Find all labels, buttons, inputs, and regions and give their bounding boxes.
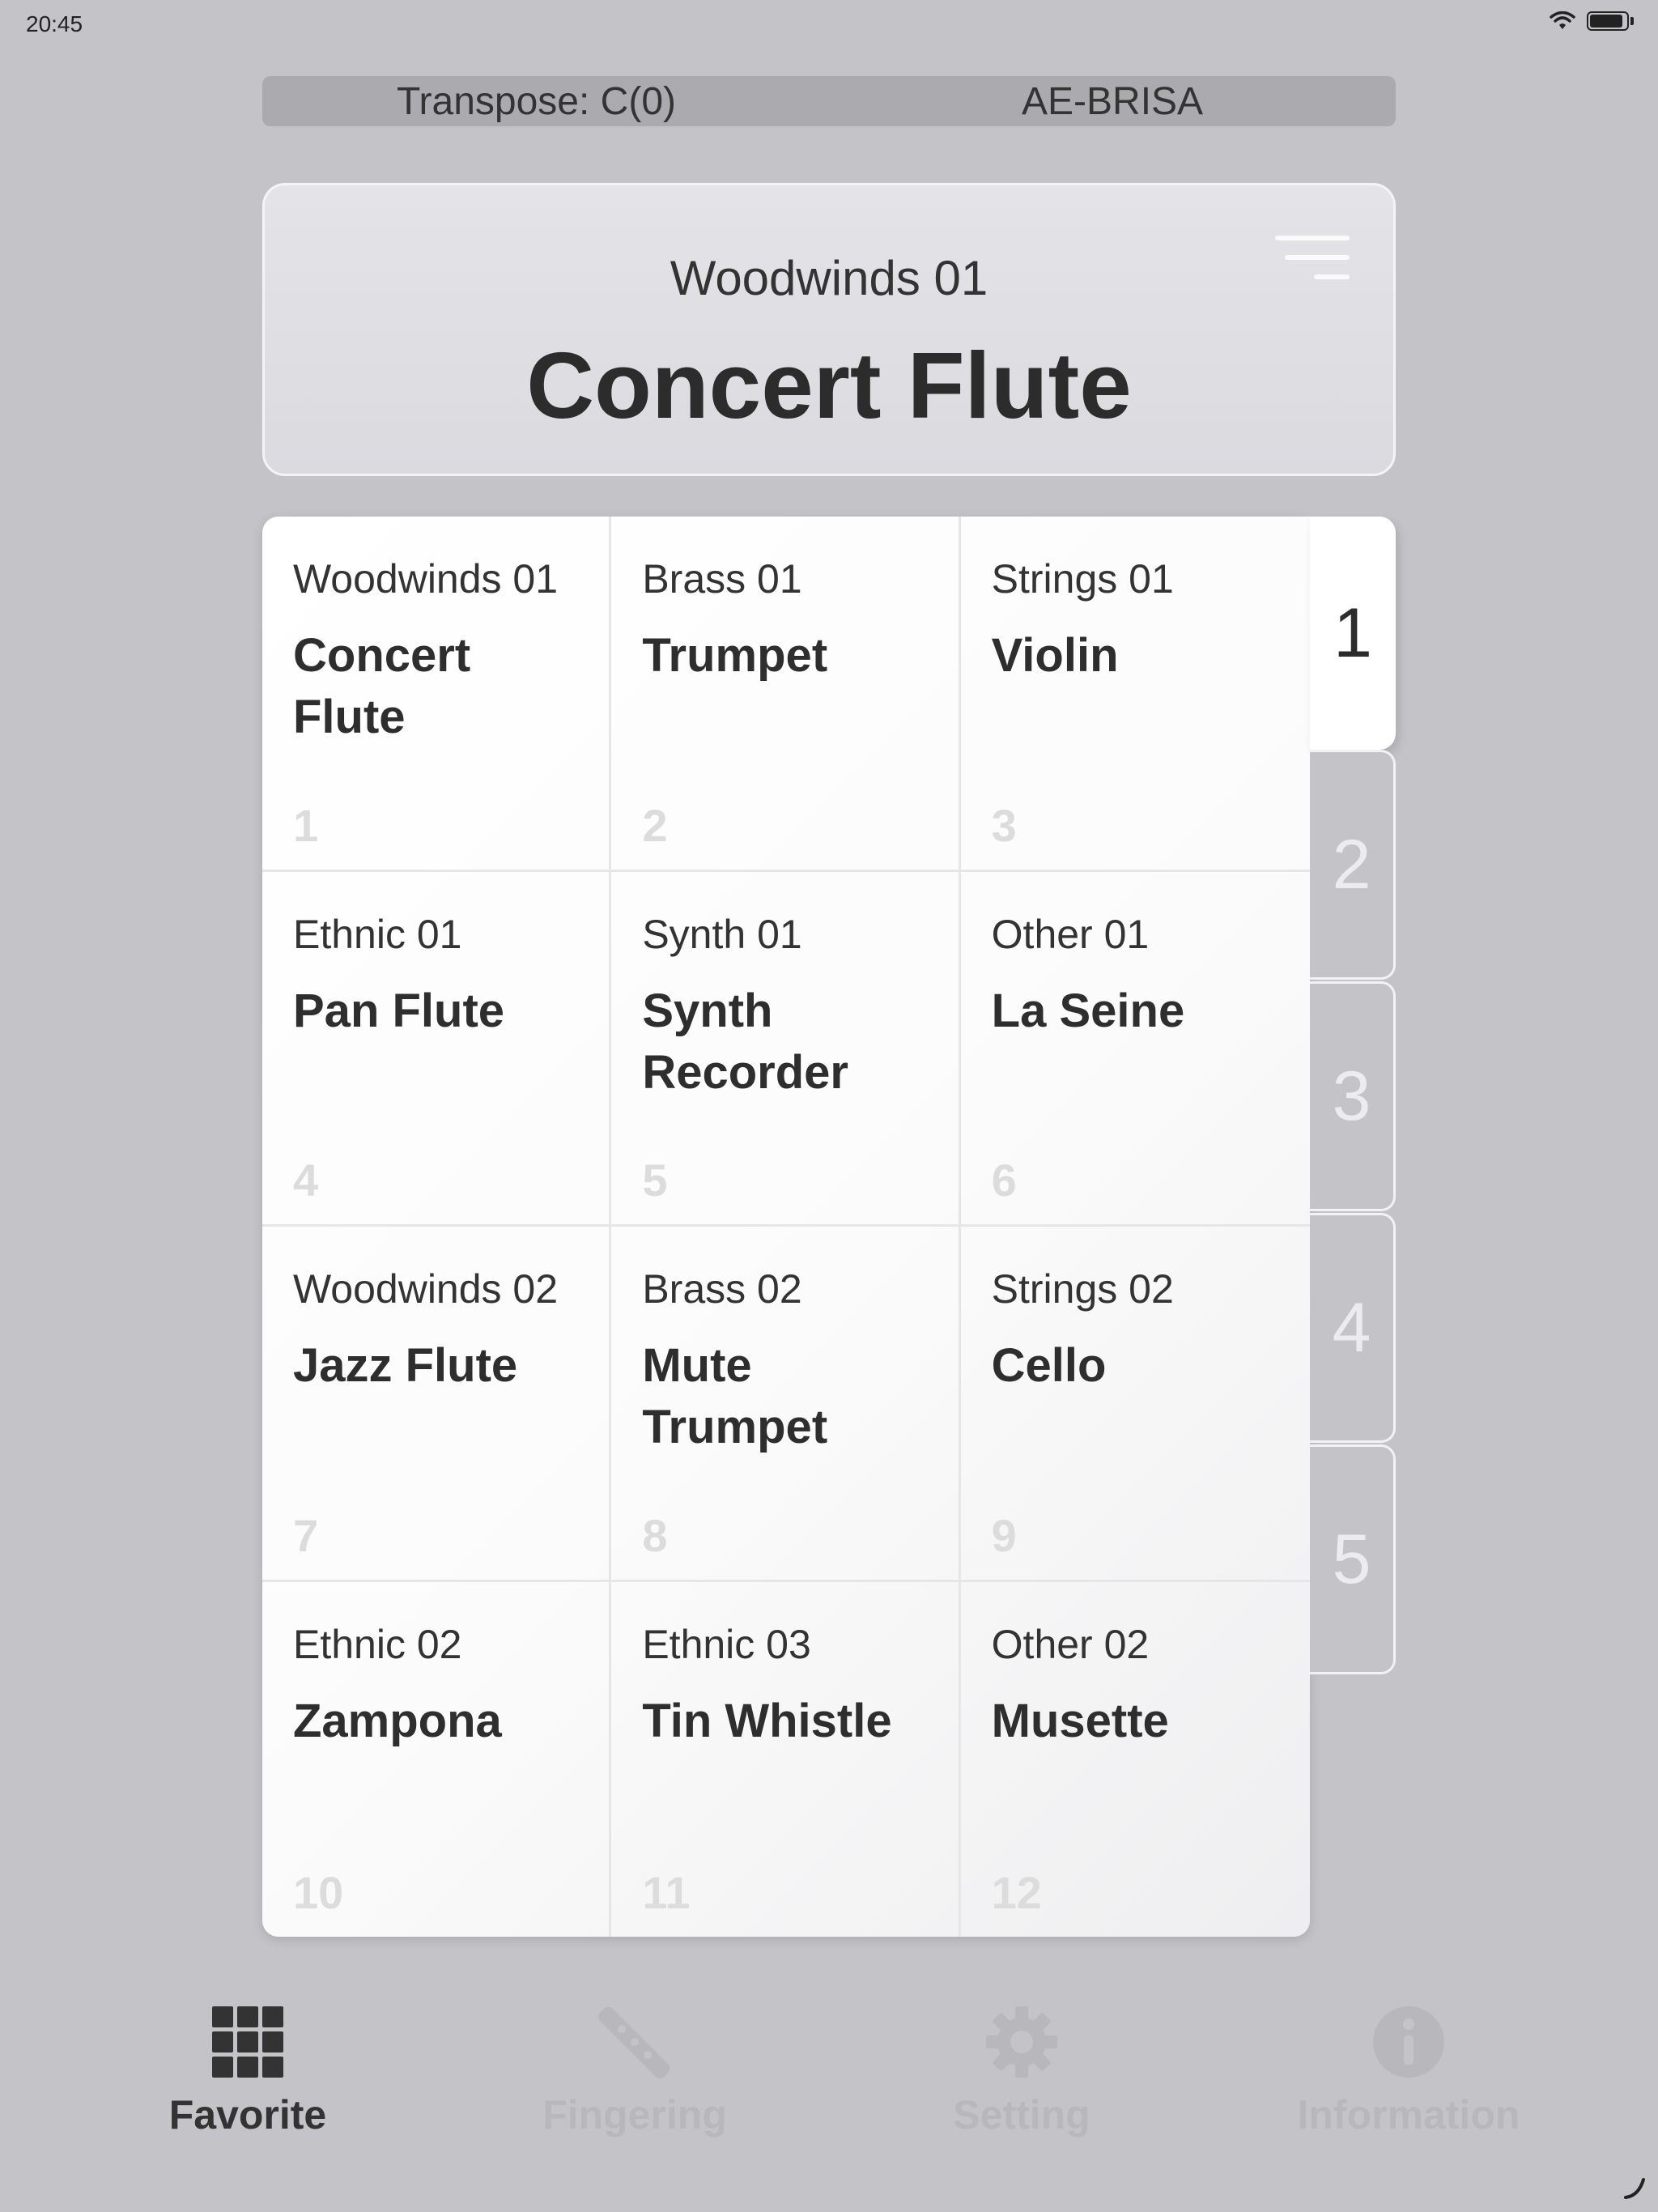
cell-category: Strings 02 bbox=[991, 1266, 1174, 1312]
cell-category: Brass 02 bbox=[642, 1266, 802, 1312]
cell-category: Woodwinds 02 bbox=[293, 1266, 559, 1312]
cell-category: Woodwinds 01 bbox=[293, 556, 559, 602]
cell-tone-name: Jazz Flute bbox=[293, 1339, 518, 1392]
wifi-icon bbox=[1550, 11, 1575, 29]
tab-setting[interactable]: Setting bbox=[900, 2005, 1143, 2138]
cell-number: 11 bbox=[642, 1867, 691, 1918]
cell-category: Other 01 bbox=[991, 911, 1150, 957]
menu-icon[interactable] bbox=[1275, 231, 1350, 296]
page-tab-3[interactable]: 3 bbox=[1310, 981, 1396, 1211]
transpose-label[interactable]: Transpose: C(0) bbox=[397, 79, 676, 124]
favorite-cell-6[interactable]: Other 01 La Seine 6 bbox=[960, 872, 1310, 1227]
favorite-cell-8[interactable]: Brass 02 Mute Trumpet 8 bbox=[611, 1227, 961, 1582]
cell-tone-name: Synth Recorder bbox=[642, 984, 848, 1099]
info-icon bbox=[1373, 2006, 1444, 2078]
current-tone-name: Concert Flute bbox=[526, 333, 1132, 438]
favorite-cell-5[interactable]: Synth 01 Synth Recorder 5 bbox=[611, 871, 961, 1227]
page-tab-1[interactable]: 1 bbox=[1310, 517, 1396, 750]
favorite-cell-7[interactable]: Woodwinds 02 Jazz Flute 7 bbox=[262, 1227, 612, 1582]
cell-tone-name: Mute Trumpet bbox=[642, 1339, 828, 1453]
cell-number: 7 bbox=[293, 1509, 319, 1561]
tab-label: Favorite bbox=[168, 2092, 327, 2138]
tab-fingering[interactable]: Fingering bbox=[513, 2005, 756, 2138]
corner-indicator-icon bbox=[1624, 2178, 1645, 2199]
cell-tone-name: Musette bbox=[991, 1694, 1169, 1747]
cell-tone-name: Concert Flute bbox=[293, 629, 471, 743]
cell-category: Ethnic 01 bbox=[293, 911, 462, 957]
cell-tone-name: Pan Flute bbox=[293, 984, 505, 1037]
favorite-grid: Woodwinds 01 Concert Flute 1 Brass 01 Trump… bbox=[262, 517, 1310, 1937]
cell-number: 4 bbox=[293, 1155, 319, 1206]
cell-number: 9 bbox=[991, 1509, 1017, 1561]
device-name[interactable]: AE-BRISA bbox=[1022, 79, 1203, 124]
cell-category: Synth 01 bbox=[642, 911, 802, 957]
favorite-cell-3[interactable]: Strings 01 Violin 3 bbox=[960, 517, 1310, 872]
battery-icon bbox=[1587, 11, 1629, 31]
tab-favorite[interactable]: Favorite bbox=[126, 2005, 369, 2138]
cell-category: Brass 01 bbox=[642, 556, 802, 602]
info-bar: Transpose: C(0) AE-BRISA bbox=[262, 76, 1396, 126]
cell-category: Ethnic 03 bbox=[642, 1621, 811, 1667]
cell-tone-name: Tin Whistle bbox=[642, 1694, 892, 1747]
cell-number: 12 bbox=[991, 1867, 1042, 1918]
favorite-cell-11[interactable]: Ethnic 03 Tin Whistle 11 bbox=[611, 1581, 961, 1937]
cell-tone-name: Trumpet bbox=[642, 629, 828, 682]
cell-tone-name: Violin bbox=[991, 629, 1119, 682]
favorite-cell-2[interactable]: Brass 01 Trumpet 2 bbox=[611, 517, 961, 872]
page-tab-5[interactable]: 5 bbox=[1310, 1444, 1396, 1674]
grid-icon bbox=[212, 2006, 283, 2078]
cell-category: Other 02 bbox=[991, 1621, 1150, 1667]
status-time: 20:45 bbox=[26, 11, 83, 36]
cell-category: Ethnic 02 bbox=[293, 1621, 462, 1667]
favorite-cell-4[interactable]: Ethnic 01 Pan Flute 4 bbox=[262, 871, 612, 1227]
tab-label: Setting bbox=[953, 2092, 1090, 2138]
page-tab-4[interactable]: 4 bbox=[1310, 1213, 1396, 1443]
cell-number: 2 bbox=[642, 799, 668, 851]
favorite-cell-9[interactable]: Strings 02 Cello 9 bbox=[960, 1227, 1310, 1582]
cell-category: Strings 01 bbox=[991, 556, 1174, 602]
flute-icon bbox=[598, 2006, 670, 2078]
cell-tone-name: Zampona bbox=[293, 1694, 502, 1747]
tab-label: Information bbox=[1297, 2092, 1520, 2138]
favorite-cell-10[interactable]: Ethnic 02 Zampona 10 bbox=[262, 1581, 612, 1937]
gear-icon bbox=[986, 2006, 1057, 2078]
cell-number: 6 bbox=[991, 1155, 1017, 1206]
cell-number: 5 bbox=[642, 1155, 668, 1206]
favorite-cell-12[interactable]: Other 02 Musette 12 bbox=[961, 1582, 1310, 1938]
cell-tone-name: Cello bbox=[991, 1339, 1107, 1392]
status-icons bbox=[1550, 11, 1634, 31]
tab-information[interactable]: Information bbox=[1287, 2005, 1530, 2138]
cell-number: 3 bbox=[991, 799, 1017, 851]
cell-tone-name: La Seine bbox=[991, 984, 1185, 1037]
cell-number: 1 bbox=[293, 799, 319, 851]
bottom-tab-bar: Favorite Fingering Setting Information bbox=[0, 1984, 1658, 2146]
cell-number: 8 bbox=[642, 1509, 668, 1561]
current-tone-card: Woodwinds 01 Concert Flute bbox=[262, 183, 1396, 476]
battery-tip bbox=[1630, 17, 1634, 25]
tab-label: Fingering bbox=[542, 2092, 727, 2138]
favorite-cell-1[interactable]: Woodwinds 01 Concert Flute 1 bbox=[262, 517, 612, 872]
cell-number: 10 bbox=[293, 1867, 344, 1918]
page-tab-2[interactable]: 2 bbox=[1310, 750, 1396, 980]
current-category: Woodwinds 01 bbox=[670, 251, 988, 305]
